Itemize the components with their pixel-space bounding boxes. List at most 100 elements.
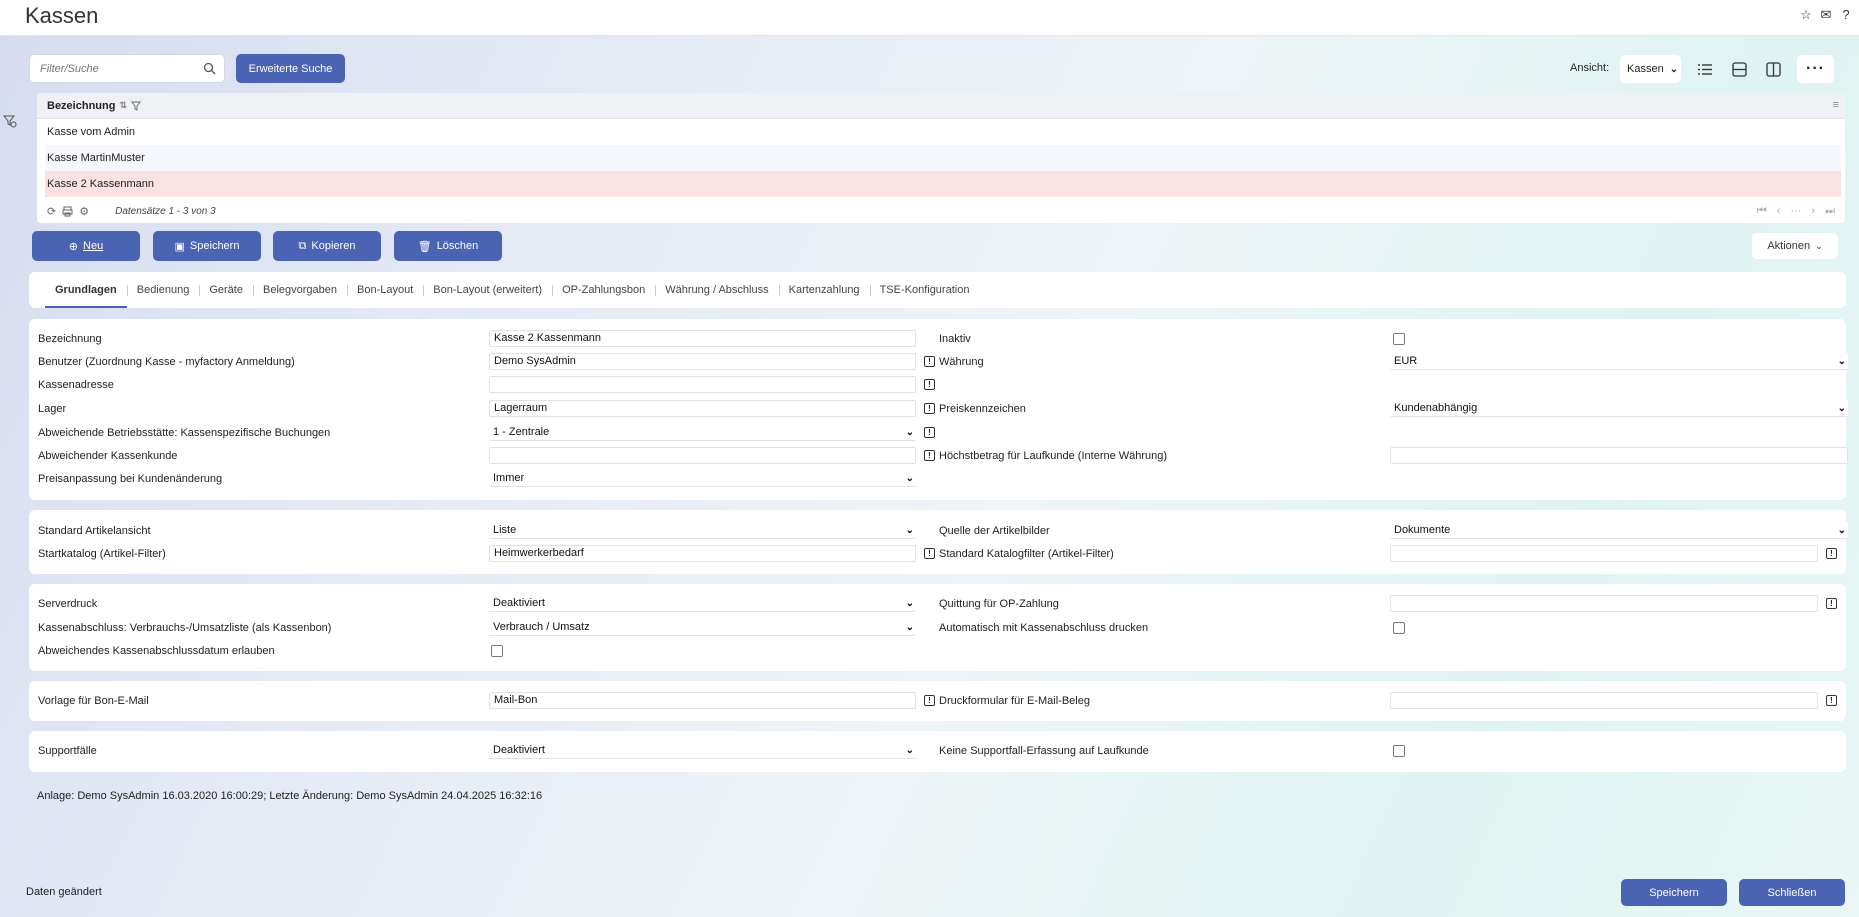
tab-waehrung-abschluss[interactable]: Währung / Abschluss [655,272,778,308]
lookup-icon[interactable]: ! [924,403,935,414]
lookup-icon[interactable]: ! [1826,695,1837,706]
help-icon[interactable]: ? [1839,8,1853,22]
druckformular-field[interactable] [1390,692,1818,709]
kassenadresse-field[interactable] [489,376,916,393]
footer-save-button[interactable]: Speichern [1621,879,1727,906]
page-title: Kassen [25,3,99,28]
list-view-button[interactable] [1691,55,1719,83]
betriebsstaette-select[interactable]: 1 - Zentrale ⌄ [489,424,916,441]
serverdruck-select[interactable]: Deaktiviert ⌄ [489,595,916,612]
first-page-icon[interactable]: ⏮ [1757,205,1767,218]
prev-page-icon[interactable]: ‹ [1777,205,1781,218]
actions-menu-button[interactable]: Aktionen ⌄ [1752,233,1838,259]
next-page-icon[interactable]: › [1811,205,1815,218]
view-select[interactable]: Kassen ⌄ [1620,55,1681,83]
search-box[interactable] [29,54,225,83]
lookup-icon[interactable]: ! [1826,548,1837,559]
more-options-button[interactable]: ··· [1797,55,1834,83]
chevron-down-icon: ⌄ [905,744,914,756]
label-inaktiv: Inaktiv [939,333,971,345]
lookup-icon[interactable]: ! [924,450,935,461]
records-grid: Bezeichnung ⇅ ≡ Kasse vom Admin Kasse Ma… [37,93,1845,223]
advanced-search-button[interactable]: Erweiterte Suche [236,54,345,83]
label-kassenabschluss: Kassenabschluss: Verbrauchs-/Umsatzliste… [38,622,332,634]
tab-tse-konfiguration[interactable]: TSE-Konfiguration [869,272,980,308]
split-vertical-button[interactable] [1759,55,1787,83]
abschlussdatum-checkbox[interactable] [491,645,503,657]
label-benutzer: Benutzer (Zuordnung Kasse - myfactory An… [38,356,295,368]
copy-button[interactable]: ⧉ Kopieren [273,231,381,261]
chevron-down-icon: ⌄ [905,621,914,633]
trash-icon: 🗑 [417,240,432,253]
delete-button[interactable]: 🗑 Löschen [394,231,502,261]
filter-icon[interactable] [131,101,141,111]
chevron-down-icon: ⌄ [905,426,914,438]
title-bar: Kassen ☆ ✉ ? [0,0,1859,36]
star-icon[interactable]: ☆ [1799,8,1813,22]
autodruck-checkbox[interactable] [1393,622,1405,634]
tab-grundlagen[interactable]: Grundlagen [45,272,127,308]
label-abschlussdatum: Abweichendes Kassenabschlussdatum erlaub… [38,645,275,657]
form-section-email: Vorlage für Bon-E-Mail Mail-Bon ! Druckf… [29,681,1846,721]
tab-bedienung[interactable]: Bedienung [126,272,200,308]
tab-bon-layout-erweitert[interactable]: Bon-Layout (erweitert) [423,272,552,308]
artikelansicht-select[interactable]: Liste ⌄ [489,522,916,539]
lookup-icon[interactable]: ! [924,695,935,706]
sort-icon[interactable]: ⇅ [119,100,127,111]
benutzer-field[interactable]: Demo SysAdmin [489,353,916,370]
close-button[interactable]: Schließen [1739,879,1845,906]
tab-geraete[interactable]: Geräte [199,272,253,308]
label-autodruck: Automatisch mit Kassenabschluss drucken [939,622,1149,634]
column-header-bezeichnung[interactable]: Bezeichnung [47,100,115,112]
tab-belegvorgaben[interactable]: Belegvorgaben [252,272,347,308]
mail-icon[interactable]: ✉ [1819,8,1833,22]
preiskennzeichen-select[interactable]: Kundenabhängig ⌄ [1390,400,1848,417]
table-row[interactable]: Kasse MartinMuster [45,145,1841,171]
katalogfilter-field[interactable] [1390,545,1818,562]
vorlage-field[interactable]: Mail-Bon [489,692,916,709]
keine-support-checkbox[interactable] [1393,745,1405,757]
serverdruck-value: Deaktiviert [493,596,545,609]
page-dots-icon[interactable]: ··· [1790,205,1801,218]
tab-op-zahlungsbon[interactable]: OP-Zahlungsbon [552,272,655,308]
new-button[interactable]: ⊕ Neu [32,231,140,261]
chevron-down-icon: ⌄ [905,524,914,536]
search-input[interactable] [40,55,200,82]
quittung-field[interactable] [1390,595,1818,612]
gear-icon[interactable]: ⚙ [79,205,89,218]
hoechstbetrag-field[interactable] [1390,447,1848,464]
status-text: Daten geändert [26,886,102,898]
inaktiv-checkbox[interactable] [1393,333,1405,345]
preiskennzeichen-value: Kundenabhängig [1394,401,1478,414]
lookup-icon[interactable]: ! [924,548,935,559]
column-menu-icon[interactable]: ≡ [1833,99,1839,111]
lookup-icon[interactable]: ! [924,356,935,367]
table-row-selected[interactable]: Kasse 2 Kassenmann [45,171,1841,197]
table-row[interactable]: Kasse vom Admin [45,119,1841,145]
print-icon[interactable] [62,206,73,217]
lager-field[interactable]: Lagerraum [489,400,916,417]
lookup-icon[interactable]: ! [924,379,935,390]
artikelbilder-select[interactable]: Dokumente ⌄ [1390,522,1848,539]
search-icon[interactable] [203,62,216,75]
view-select-value: Kassen [1627,63,1664,75]
tab-kartenzahlung[interactable]: Kartenzahlung [778,272,870,308]
lookup-icon[interactable]: ! [924,427,935,438]
supportfaelle-select[interactable]: Deaktiviert ⌄ [489,742,916,759]
last-page-icon[interactable]: ⏭ [1825,205,1835,218]
label-startkatalog: Startkatalog (Artikel-Filter) [38,548,166,560]
preisanpassung-select[interactable]: Immer ⌄ [489,470,916,487]
bezeichnung-field[interactable]: Kasse 2 Kassenmann [489,330,916,347]
filter-settings-icon[interactable] [3,114,17,128]
waehrung-select[interactable]: EUR ⌄ [1390,353,1848,370]
lookup-icon[interactable]: ! [1826,598,1837,609]
split-vertical-icon [1765,61,1781,77]
kassenkunde-field[interactable] [489,447,916,464]
new-button-label: Neu [83,240,104,252]
tab-bon-layout[interactable]: Bon-Layout [347,272,423,308]
kassenabschluss-select[interactable]: Verbrauch / Umsatz ⌄ [489,619,916,636]
save-button[interactable]: ▣ Speichern [153,231,261,261]
startkatalog-field[interactable]: Heimwerkerbedarf [489,545,916,562]
split-horizontal-button[interactable] [1725,55,1753,83]
refresh-icon[interactable]: ⟳ [47,205,56,218]
